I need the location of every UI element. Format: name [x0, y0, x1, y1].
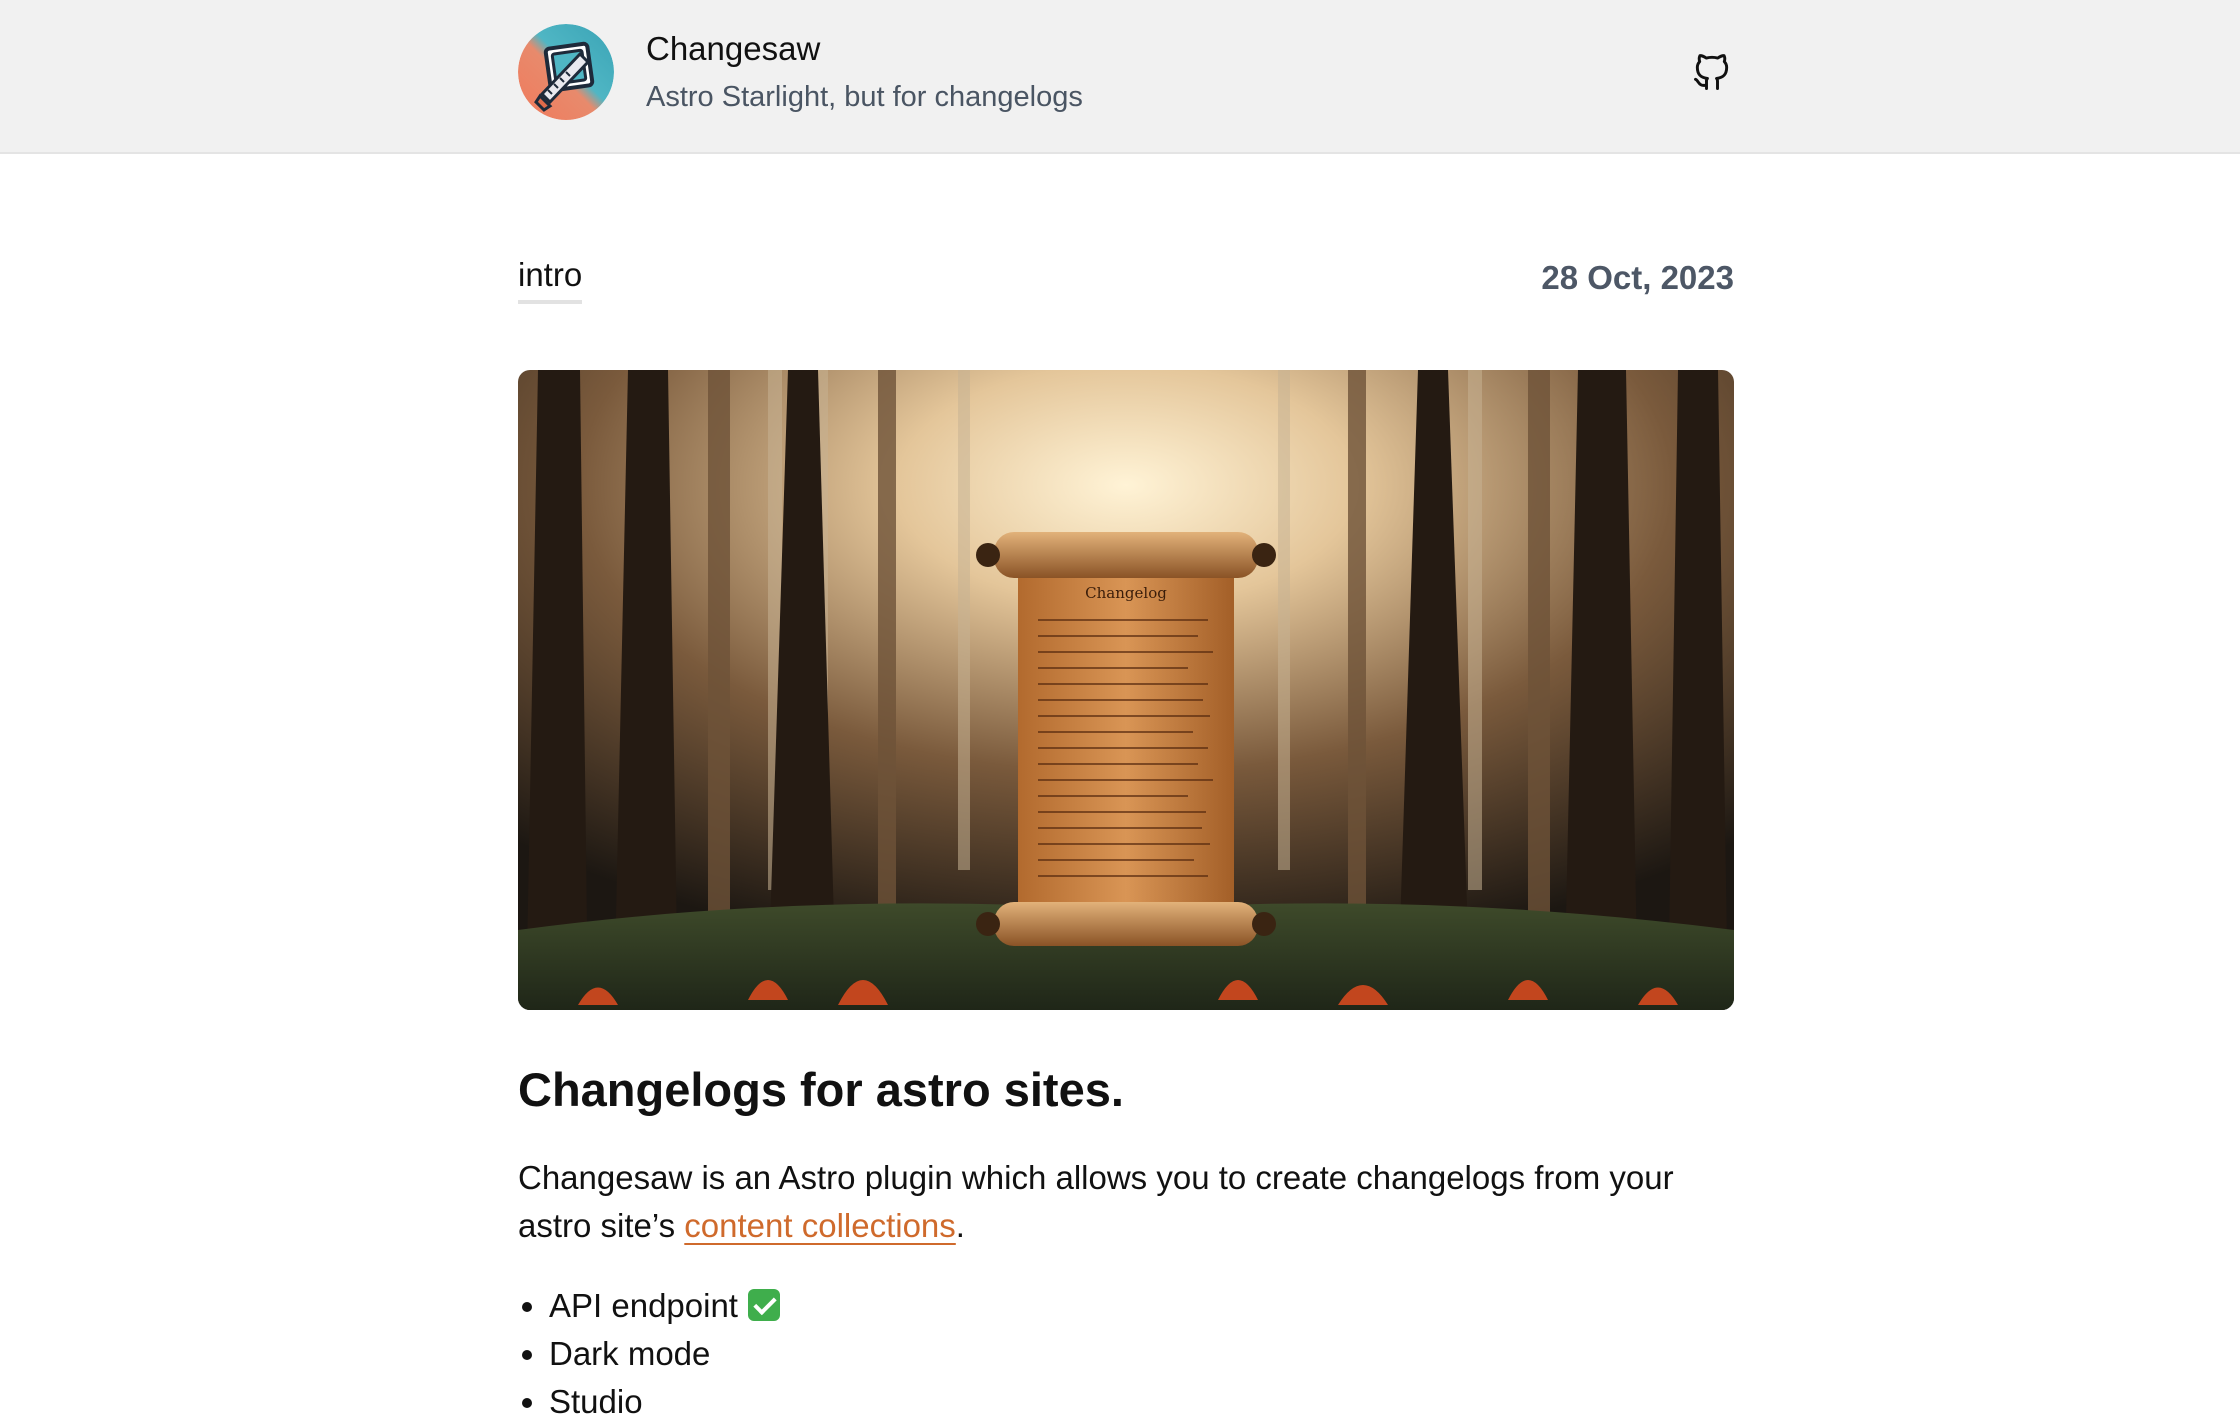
- post-date: 28 Oct, 2023: [1541, 259, 1734, 296]
- content-collections-link[interactable]: content collections: [684, 1207, 956, 1244]
- saw-icon: [518, 24, 614, 120]
- github-link[interactable]: [1690, 50, 1734, 94]
- post-title: Changelogs for astro sites.: [518, 1063, 1124, 1116]
- post-meta: intro 28 Oct, 2023: [518, 250, 1734, 310]
- intro-suffix: .: [955, 1207, 965, 1244]
- post-intro: Changesaw is an Astro plugin which allow…: [518, 1154, 1734, 1250]
- feature-label: Studio: [549, 1383, 643, 1420]
- site-tagline: Astro Starlight, but for changelogs: [646, 81, 1083, 113]
- list-item: API endpoint: [518, 1282, 780, 1330]
- logo[interactable]: [518, 24, 614, 120]
- hero-illustration: Changelog: [518, 370, 1734, 1010]
- check-mark-icon: [747, 1289, 780, 1321]
- github-icon: [1694, 54, 1729, 90]
- site-header: Changesaw Astro Starlight, but for chang…: [0, 0, 2240, 154]
- list-item: Studio: [518, 1378, 780, 1426]
- feature-label: Dark mode: [549, 1335, 711, 1372]
- feature-label: API endpoint: [549, 1287, 738, 1324]
- post-tag[interactable]: intro: [518, 250, 583, 304]
- site-title[interactable]: Changesaw: [646, 28, 820, 70]
- scroll-heading: Changelog: [1085, 584, 1167, 602]
- list-item: Dark mode: [518, 1330, 780, 1378]
- hero-image: Changelog: [518, 370, 1734, 1010]
- feature-list: API endpoint Dark mode Studio: [518, 1282, 780, 1426]
